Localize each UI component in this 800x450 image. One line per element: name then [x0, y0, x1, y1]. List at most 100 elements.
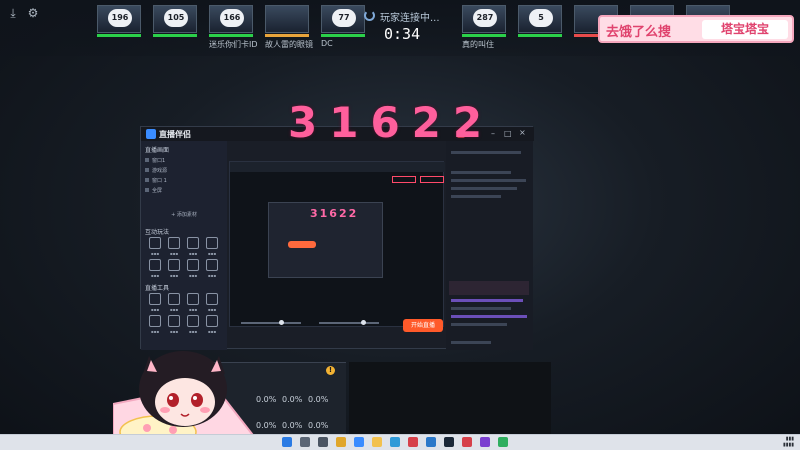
- settings-icon[interactable]: ⚙: [26, 6, 40, 20]
- tool-label: ▪▪▪: [169, 251, 179, 256]
- speaker-volume-slider[interactable]: [319, 322, 379, 324]
- mic-volume-slider[interactable]: [241, 322, 301, 324]
- media-icon[interactable]: [408, 437, 418, 447]
- tool-icon[interactable]: [206, 259, 218, 271]
- tool-label: ▪▪▪: [188, 251, 198, 256]
- taskview-icon[interactable]: [318, 437, 328, 447]
- steam-icon[interactable]: [444, 437, 454, 447]
- app-name: 直播伴侣: [159, 130, 191, 139]
- tool-icon[interactable]: [187, 259, 199, 271]
- tool-icon[interactable]: [149, 315, 161, 327]
- tool-icon[interactable]: [168, 259, 180, 271]
- browser-icon[interactable]: [390, 437, 400, 447]
- taskbar-clock[interactable]: ▮▮▮ ▮▮▮▮: [762, 436, 794, 448]
- tool-label: ▪▪▪: [207, 307, 217, 312]
- start-icon[interactable]: [282, 437, 292, 447]
- tool-label: ▪▪▪: [188, 273, 198, 278]
- tool-icon[interactable]: [149, 237, 161, 249]
- add-source-button[interactable]: + 添加素材: [145, 211, 223, 219]
- tool-icon[interactable]: [149, 259, 161, 271]
- stream-app-window: 直播伴侣 – □ × 直播画面 窗口1 游戏源 窗口 1 全屏 + 添加素材 互…: [140, 126, 534, 350]
- info-icon[interactable]: !: [326, 366, 335, 375]
- app-logo-icon: [146, 129, 156, 139]
- sidebar-title: 直播画面: [145, 147, 170, 154]
- source-row[interactable]: 游戏源: [145, 167, 223, 175]
- tool-label: ▪▪▪: [207, 329, 217, 334]
- hero-name: 故人雷的眼镜: [265, 40, 313, 49]
- nested-button: [288, 241, 316, 248]
- big-code: 31622: [288, 98, 495, 147]
- hero-card[interactable]: 196: [97, 5, 141, 33]
- tool-icon[interactable]: [187, 293, 199, 305]
- source-row[interactable]: 全屏: [145, 187, 223, 195]
- explorer-icon[interactable]: [354, 437, 364, 447]
- tool-icon[interactable]: [168, 293, 180, 305]
- source-row[interactable]: 窗口 1: [145, 177, 223, 185]
- highlight-box: [420, 176, 444, 183]
- stat-value: 0.0%: [282, 395, 303, 404]
- hero-card[interactable]: [265, 5, 309, 33]
- tool-label: ▪▪▪: [207, 273, 217, 278]
- hero-health-bar: [518, 34, 562, 37]
- chat-highlight: [449, 281, 529, 295]
- hero-card[interactable]: 166: [209, 5, 253, 33]
- game-icon[interactable]: [462, 437, 472, 447]
- hero-card[interactable]: 77: [321, 5, 365, 33]
- stat-value: 0.0%: [308, 395, 329, 404]
- maximize-icon[interactable]: □: [504, 129, 512, 138]
- mascot-character-icon: [113, 351, 265, 448]
- chat-icon[interactable]: [498, 437, 508, 447]
- taskbar: [0, 434, 800, 450]
- tool-label: ▪▪▪: [150, 329, 160, 334]
- tool-icon[interactable]: [149, 293, 161, 305]
- banner-text: 去饿了么搜: [606, 25, 672, 40]
- tool-icon[interactable]: [168, 237, 180, 249]
- tool-icon[interactable]: [168, 315, 180, 327]
- stream-preview: 31622: [229, 161, 445, 327]
- app-icon[interactable]: ⤓: [6, 6, 20, 20]
- tool-icon[interactable]: [187, 315, 199, 327]
- hero-level-badge: 287: [473, 9, 497, 27]
- tool-label: ▪▪▪: [188, 307, 198, 312]
- stream-icon[interactable]: [480, 437, 490, 447]
- close-icon[interactable]: ×: [519, 128, 526, 137]
- mail-icon[interactable]: [426, 437, 436, 447]
- stat-value: 0.0%: [282, 421, 303, 430]
- stat-value: 0.0%: [308, 421, 329, 430]
- search-banner: 去饿了么搜 塔宝塔宝: [598, 15, 794, 43]
- hero-card[interactable]: 5: [518, 5, 562, 33]
- chrome-icon[interactable]: [336, 437, 346, 447]
- hero-health-bar: [97, 34, 141, 37]
- section-more-title: 直播工具: [145, 285, 170, 292]
- tool-label: ▪▪▪: [150, 273, 160, 278]
- hero-health-bar: [153, 34, 197, 37]
- hero-level-badge: 196: [108, 9, 132, 27]
- hero-health-bar: [209, 34, 253, 37]
- highlight-box: [392, 176, 416, 183]
- start-live-button[interactable]: 开始直播: [403, 319, 443, 332]
- chat-panel: [446, 141, 533, 350]
- tool-label: ▪▪▪: [169, 329, 179, 334]
- match-timer: 0:34: [384, 25, 421, 43]
- speaker-slider-knob[interactable]: [361, 320, 366, 325]
- tool-icon[interactable]: [206, 293, 218, 305]
- source-row[interactable]: 窗口1: [145, 157, 223, 165]
- hero-level-badge: 77: [332, 9, 356, 27]
- tool-icon[interactable]: [206, 315, 218, 327]
- section-tools-title: 互动玩法: [145, 229, 170, 236]
- tool-label: ▪▪▪: [169, 307, 179, 312]
- tool-label: ▪▪▪: [150, 307, 160, 312]
- nested-code: 31622: [310, 207, 359, 220]
- hero-health-bar: [321, 34, 365, 37]
- hero-name: DC: [321, 39, 333, 48]
- mic-slider-knob[interactable]: [279, 320, 284, 325]
- tool-icon[interactable]: [187, 237, 199, 249]
- tool-icon[interactable]: [206, 237, 218, 249]
- search-icon[interactable]: [300, 437, 310, 447]
- hero-card[interactable]: 105: [153, 5, 197, 33]
- hero-level-badge: 166: [220, 9, 244, 27]
- hero-card[interactable]: 287: [462, 5, 506, 33]
- hero-name: 迷乐你们卡ID: [209, 40, 258, 49]
- connection-status: 玩家连接中...: [380, 13, 440, 24]
- folder-icon[interactable]: [372, 437, 382, 447]
